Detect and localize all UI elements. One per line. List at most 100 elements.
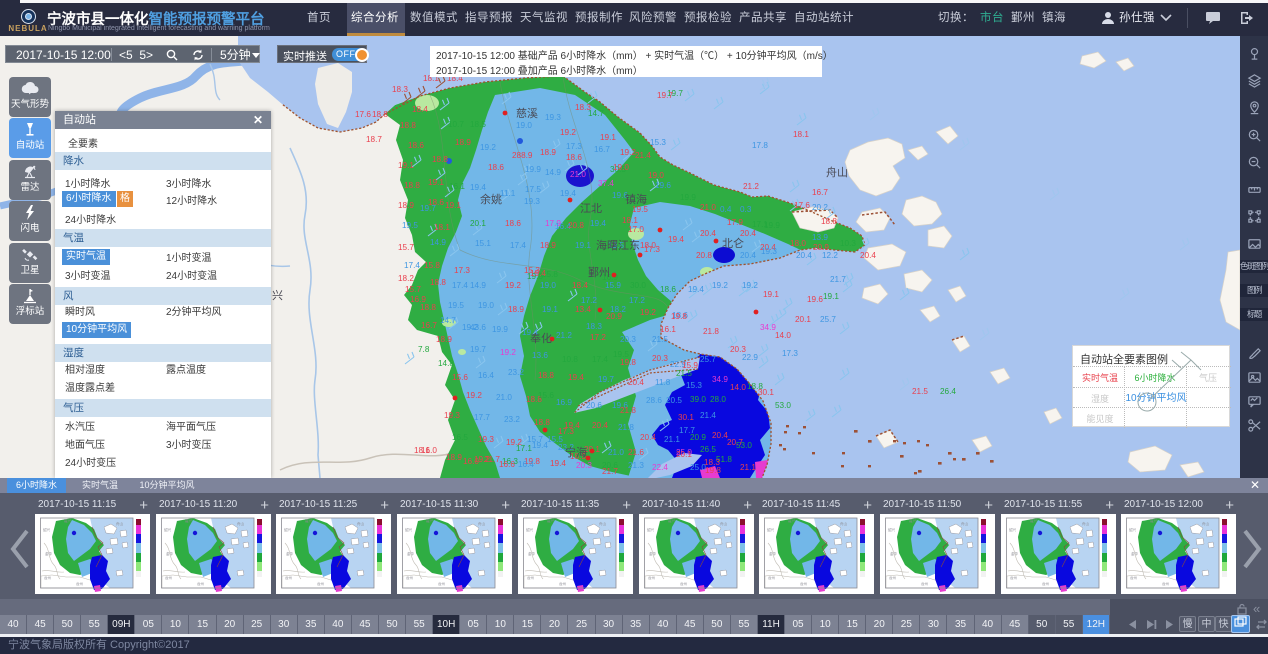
svg-text:16.7: 16.7 — [421, 321, 437, 330]
svg-text:18.2: 18.2 — [398, 274, 414, 283]
svg-text:16.7: 16.7 — [812, 188, 828, 197]
svg-text:17.7: 17.7 — [474, 413, 490, 422]
svg-text:19.7: 19.7 — [598, 375, 614, 384]
svg-text:海曙江东: 海曙江东 — [596, 238, 640, 252]
svg-text:19.7: 19.7 — [470, 345, 486, 354]
svg-text:20.4: 20.4 — [740, 229, 756, 238]
svg-text:20.5: 20.5 — [666, 396, 682, 405]
svg-text:18.0: 18.0 — [790, 239, 806, 248]
svg-text:18.6: 18.6 — [566, 153, 582, 162]
svg-text:21.0: 21.0 — [496, 393, 512, 402]
svg-text:18.5: 18.5 — [470, 120, 486, 129]
svg-text:10.3: 10.3 — [840, 239, 856, 248]
svg-text:18.3: 18.3 — [704, 458, 720, 467]
svg-text:18.1: 18.1 — [622, 216, 638, 225]
svg-text:19.9: 19.9 — [492, 325, 508, 334]
svg-text:18.9: 18.9 — [540, 148, 556, 157]
svg-text:18.1: 18.1 — [434, 223, 450, 232]
svg-text:21.0: 21.0 — [608, 448, 624, 457]
svg-text:16.7: 16.7 — [594, 145, 610, 154]
svg-text:17.2: 17.2 — [590, 333, 606, 342]
svg-text:16.5: 16.5 — [452, 433, 468, 442]
svg-text:16.1: 16.1 — [449, 182, 465, 191]
svg-text:18.8: 18.8 — [432, 155, 448, 164]
svg-text:19.2: 19.2 — [640, 308, 656, 317]
svg-text:43.6: 43.6 — [470, 323, 486, 332]
svg-text:19.1: 19.1 — [575, 241, 591, 250]
svg-text:兴: 兴 — [272, 289, 283, 302]
svg-text:37.4: 37.4 — [598, 179, 614, 188]
svg-text:16.9: 16.9 — [410, 295, 426, 304]
svg-text:奉化: 奉化 — [530, 331, 552, 345]
svg-text:34.9: 34.9 — [760, 323, 776, 332]
svg-text:21.7: 21.7 — [484, 455, 500, 464]
svg-text:北仑: 北仑 — [722, 236, 744, 250]
svg-text:20.4: 20.4 — [712, 431, 728, 440]
svg-text:0.4: 0.4 — [720, 205, 732, 214]
svg-text:19.1: 19.1 — [542, 305, 558, 314]
svg-text:14.9: 14.9 — [545, 168, 561, 177]
svg-text:17.1: 17.1 — [752, 220, 768, 229]
svg-text:18.9: 18.9 — [398, 201, 414, 210]
svg-text:20.4: 20.4 — [740, 251, 756, 260]
svg-text:18.3: 18.3 — [392, 85, 408, 94]
svg-text:20.9: 20.9 — [606, 312, 622, 321]
svg-text:19.5: 19.5 — [632, 205, 648, 214]
svg-text:17.5: 17.5 — [525, 185, 541, 194]
svg-text:慈溪: 慈溪 — [516, 106, 538, 120]
svg-text:20.3: 20.3 — [652, 354, 668, 363]
svg-text:26.5: 26.5 — [700, 445, 716, 454]
svg-text:17.1: 17.1 — [516, 444, 532, 453]
svg-text:19.7: 19.7 — [420, 204, 436, 213]
svg-text:18.8: 18.8 — [372, 110, 388, 119]
svg-text:21.0: 21.0 — [700, 203, 716, 212]
svg-text:18.9: 18.9 — [455, 138, 471, 147]
svg-text:23.2: 23.2 — [504, 415, 520, 424]
svg-text:21.4: 21.4 — [635, 151, 651, 160]
svg-text:19.2: 19.2 — [505, 281, 521, 290]
svg-text:19.3: 19.3 — [444, 411, 460, 420]
svg-text:21.2: 21.2 — [743, 182, 759, 191]
svg-text:10.8: 10.8 — [562, 355, 578, 364]
svg-text:15.7: 15.7 — [398, 243, 414, 252]
svg-text:19.5: 19.5 — [402, 221, 418, 230]
svg-text:21.6: 21.6 — [628, 448, 644, 457]
svg-text:20.3: 20.3 — [576, 461, 592, 470]
svg-text:19.8: 19.8 — [705, 466, 721, 475]
svg-text:19.4: 19.4 — [530, 269, 546, 278]
svg-text:15.9: 15.9 — [605, 281, 621, 290]
svg-text:21.8: 21.8 — [620, 406, 636, 415]
svg-text:15.7: 15.7 — [527, 435, 543, 444]
svg-text:16.4: 16.4 — [478, 371, 494, 380]
svg-text:11.8: 11.8 — [655, 378, 671, 387]
svg-text:20.4: 20.4 — [700, 229, 716, 238]
svg-text:20.8: 20.8 — [568, 221, 584, 230]
svg-text:16.6: 16.6 — [499, 460, 515, 469]
svg-text:19.0: 19.0 — [540, 281, 556, 290]
svg-text:20.4: 20.4 — [628, 378, 644, 387]
svg-text:19.1: 19.1 — [823, 292, 839, 301]
svg-text:19.7: 19.7 — [657, 91, 673, 100]
svg-text:21.5: 21.5 — [676, 369, 692, 378]
svg-text:18.1: 18.1 — [793, 130, 809, 139]
svg-text:17.4: 17.4 — [592, 355, 608, 364]
svg-text:53.0: 53.0 — [775, 401, 791, 410]
svg-text:20.6: 20.6 — [586, 401, 602, 410]
svg-text:18.6: 18.6 — [660, 285, 676, 294]
svg-text:21.8: 21.8 — [618, 423, 634, 432]
svg-text:19.4: 19.4 — [470, 183, 486, 192]
svg-text:13.4: 13.4 — [575, 305, 591, 314]
svg-text:18.9: 18.9 — [540, 241, 556, 250]
svg-text:16.4: 16.4 — [518, 460, 534, 469]
svg-text:13.9: 13.9 — [812, 233, 828, 242]
svg-text:19.4: 19.4 — [668, 235, 684, 244]
svg-text:20.7: 20.7 — [727, 438, 743, 447]
svg-text:21.7: 21.7 — [602, 467, 618, 476]
svg-text:17.2: 17.2 — [629, 296, 645, 305]
svg-text:22.9: 22.9 — [742, 353, 758, 362]
svg-text:19.6: 19.6 — [655, 181, 671, 190]
svg-text:19.0: 19.0 — [648, 171, 664, 180]
svg-text:21.1: 21.1 — [740, 463, 756, 472]
svg-text:12.2: 12.2 — [822, 251, 838, 260]
svg-text:19.1: 19.1 — [428, 178, 444, 187]
